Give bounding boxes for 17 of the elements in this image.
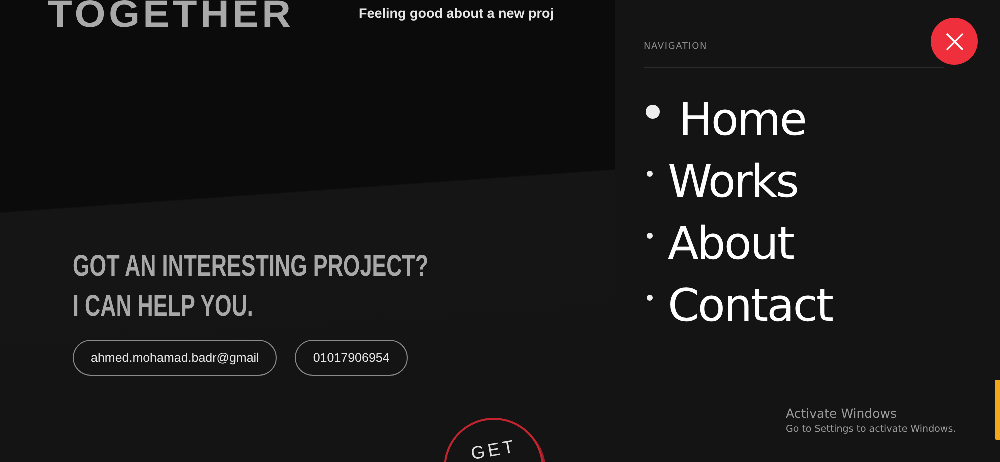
heading-line: GOT AN INTERESTING PROJECT?	[73, 250, 429, 284]
close-button[interactable]	[931, 18, 978, 65]
close-icon	[944, 32, 964, 52]
nav-item[interactable]: Contact	[668, 282, 833, 328]
hero-title: TOGETHER	[48, 0, 294, 34]
nav-item[interactable]: About	[668, 220, 794, 266]
nav-item[interactable]: Home	[679, 96, 806, 142]
scroll-thumb[interactable]	[995, 380, 1000, 440]
nav-title: NAVIGATION	[644, 42, 708, 52]
activation-message: Go to Settings to activate Windows.	[786, 424, 956, 435]
contact-link[interactable]: 01017906954	[295, 340, 408, 376]
tagline: Feeling good about a new proj	[359, 6, 555, 21]
contact-link[interactable]: ahmed.mohamad.badr@gmail	[73, 340, 278, 376]
get-badge[interactable]: GET	[444, 418, 544, 462]
activation-title: Activate Windows	[786, 406, 898, 421]
heading-line: I CAN HELP YOU.	[73, 290, 254, 324]
nav-item[interactable]: Works	[668, 158, 798, 204]
